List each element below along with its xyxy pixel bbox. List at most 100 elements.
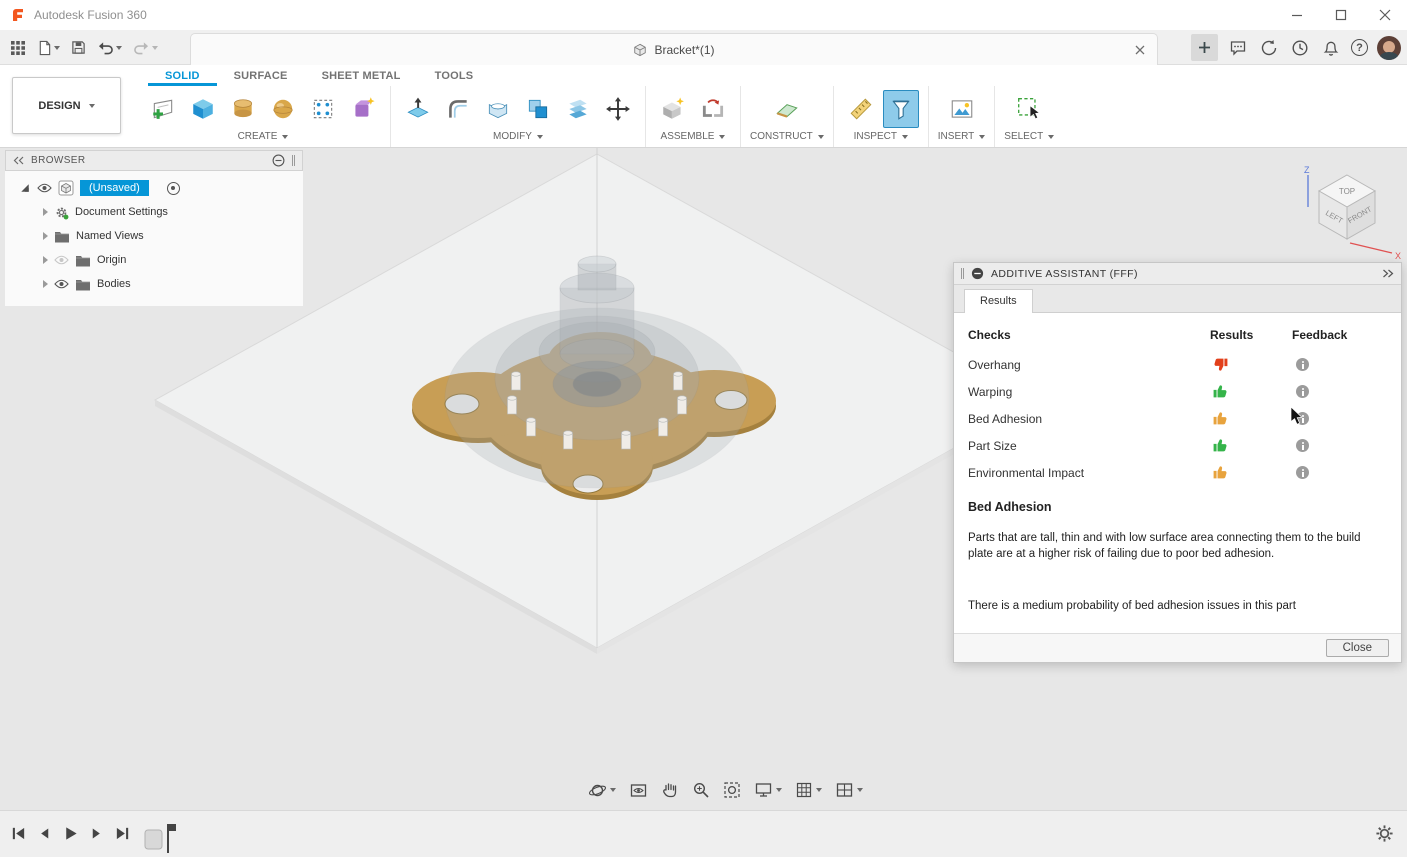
zoom-button[interactable] xyxy=(690,779,712,801)
job-status-icon[interactable] xyxy=(1258,37,1280,59)
document-tab[interactable]: Bracket*(1) xyxy=(190,33,1158,65)
orbit-button[interactable] xyxy=(586,779,618,802)
display-settings-button[interactable] xyxy=(752,779,784,801)
collapse-panel-icon[interactable] xyxy=(13,156,24,165)
tab-solid[interactable]: SOLID xyxy=(148,65,217,86)
close-button[interactable]: Close xyxy=(1326,639,1389,657)
pattern-icon[interactable] xyxy=(305,90,341,128)
feedback-info-icon[interactable] xyxy=(1296,385,1309,398)
expander-icon[interactable] xyxy=(43,256,48,264)
cylinder-primitive-icon[interactable] xyxy=(225,90,261,128)
visibility-eye-off-icon[interactable] xyxy=(54,255,69,265)
app-grid-menu-icon[interactable] xyxy=(6,37,30,59)
minimize-button[interactable] xyxy=(1275,0,1319,30)
viewports-button[interactable] xyxy=(833,779,865,801)
move-copy-icon[interactable] xyxy=(600,90,636,128)
expander-icon[interactable] xyxy=(43,208,48,216)
workspace-switcher[interactable]: DESIGN xyxy=(12,77,121,134)
feedback-info-icon[interactable] xyxy=(1296,358,1309,371)
detail-note: There is a medium probability of bed adh… xyxy=(968,600,1387,612)
recent-activity-icon[interactable] xyxy=(1289,37,1311,59)
tree-row-root[interactable]: (Unsaved) xyxy=(5,176,303,200)
document-tab-title: Bracket*(1) xyxy=(654,43,714,57)
pan-button[interactable] xyxy=(659,779,681,801)
save-button[interactable] xyxy=(67,37,90,58)
group-insert-dropdown[interactable]: INSERT xyxy=(938,131,986,142)
panel-drag-grip[interactable] xyxy=(292,155,295,166)
create-sketch-icon[interactable] xyxy=(145,90,181,128)
group-modify-dropdown[interactable]: MODIFY xyxy=(493,131,543,142)
detail-body: Parts that are tall, thin and with low s… xyxy=(968,530,1387,562)
visibility-eye-icon[interactable] xyxy=(37,183,52,193)
expander-icon[interactable] xyxy=(43,280,48,288)
visibility-eye-icon[interactable] xyxy=(54,279,69,289)
shell-icon[interactable] xyxy=(480,90,516,128)
group-assemble-dropdown[interactable]: ASSEMBLE xyxy=(661,131,726,142)
col-feedback: Feedback xyxy=(1292,328,1387,342)
combine-icon[interactable] xyxy=(520,90,556,128)
close-document-icon[interactable] xyxy=(1133,43,1147,57)
collapse-tree-icon[interactable] xyxy=(272,154,285,167)
redo-button[interactable] xyxy=(129,37,162,58)
root-expander-icon[interactable] xyxy=(21,184,28,191)
tab-surface[interactable]: SURFACE xyxy=(217,65,305,86)
step-forward-button[interactable] xyxy=(88,821,105,845)
feedback-info-icon[interactable] xyxy=(1296,439,1309,452)
play-button[interactable] xyxy=(62,821,79,845)
expander-icon[interactable] xyxy=(43,232,48,240)
maximize-button[interactable] xyxy=(1319,0,1363,30)
collapse-panel-icon[interactable] xyxy=(971,267,984,280)
joint-icon[interactable] xyxy=(695,90,731,128)
create-form-icon[interactable] xyxy=(345,90,381,128)
file-menu-button[interactable] xyxy=(33,37,64,59)
assistant-header[interactable]: ADDITIVE ASSISTANT (FFF) xyxy=(954,263,1401,285)
feedback-info-icon[interactable] xyxy=(1296,466,1309,479)
construction-plane-icon[interactable] xyxy=(769,90,805,128)
expand-right-icon[interactable] xyxy=(1382,269,1394,278)
timeline-position-marker[interactable] xyxy=(144,820,178,856)
user-avatar[interactable] xyxy=(1377,36,1401,60)
group-select-dropdown[interactable]: SELECT xyxy=(1004,131,1054,142)
tab-sheet-metal[interactable]: SHEET METAL xyxy=(305,65,418,86)
tree-row-document-settings[interactable]: Document Settings xyxy=(5,200,303,224)
tree-row-named-views[interactable]: Named Views xyxy=(5,224,303,248)
check-row-environmental-impact: Environmental Impact xyxy=(968,459,1387,486)
viewcube[interactable]: Z X TOP LEFT FRONT xyxy=(1292,163,1404,265)
offset-face-icon[interactable] xyxy=(560,90,596,128)
insert-image-icon[interactable] xyxy=(944,90,980,128)
fit-button[interactable] xyxy=(721,779,743,801)
activate-component-radio[interactable] xyxy=(167,182,180,195)
tree-row-bodies[interactable]: Bodies xyxy=(5,272,303,296)
detail-heading: Bed Adhesion xyxy=(968,500,1387,514)
comments-icon[interactable] xyxy=(1227,37,1249,59)
go-to-end-button[interactable] xyxy=(114,821,131,845)
box-primitive-icon[interactable] xyxy=(185,90,221,128)
step-back-button[interactable] xyxy=(36,821,53,845)
close-window-button[interactable] xyxy=(1363,0,1407,30)
timeline-settings-gear-icon[interactable] xyxy=(1375,824,1394,843)
assistant-footer: Close xyxy=(954,633,1401,662)
press-pull-icon[interactable] xyxy=(400,90,436,128)
tab-results[interactable]: Results xyxy=(964,289,1033,313)
undo-button[interactable] xyxy=(93,37,126,58)
tab-tools[interactable]: TOOLS xyxy=(418,65,491,86)
select-icon[interactable] xyxy=(1011,90,1047,128)
measure-icon[interactable] xyxy=(843,90,879,128)
grid-settings-button[interactable] xyxy=(793,779,824,801)
sphere-primitive-icon[interactable] xyxy=(265,90,301,128)
help-icon[interactable]: ? xyxy=(1351,39,1368,56)
new-tab-button[interactable] xyxy=(1191,34,1218,61)
notifications-bell-icon[interactable] xyxy=(1320,37,1342,59)
document-root-label[interactable]: (Unsaved) xyxy=(80,180,149,196)
new-component-icon[interactable] xyxy=(655,90,691,128)
tree-row-origin[interactable]: Origin xyxy=(5,248,303,272)
viewcube-face-top[interactable]: TOP xyxy=(1339,187,1355,196)
look-at-button[interactable] xyxy=(627,779,650,802)
additive-assistant-icon[interactable] xyxy=(883,90,919,128)
group-inspect-dropdown[interactable]: INSPECT xyxy=(854,131,908,142)
go-to-start-button[interactable] xyxy=(10,821,27,845)
fillet-icon[interactable] xyxy=(440,90,476,128)
panel-drag-grip[interactable] xyxy=(961,268,964,279)
group-construct-dropdown[interactable]: CONSTRUCT xyxy=(750,131,824,142)
group-create-dropdown[interactable]: CREATE xyxy=(238,131,289,142)
